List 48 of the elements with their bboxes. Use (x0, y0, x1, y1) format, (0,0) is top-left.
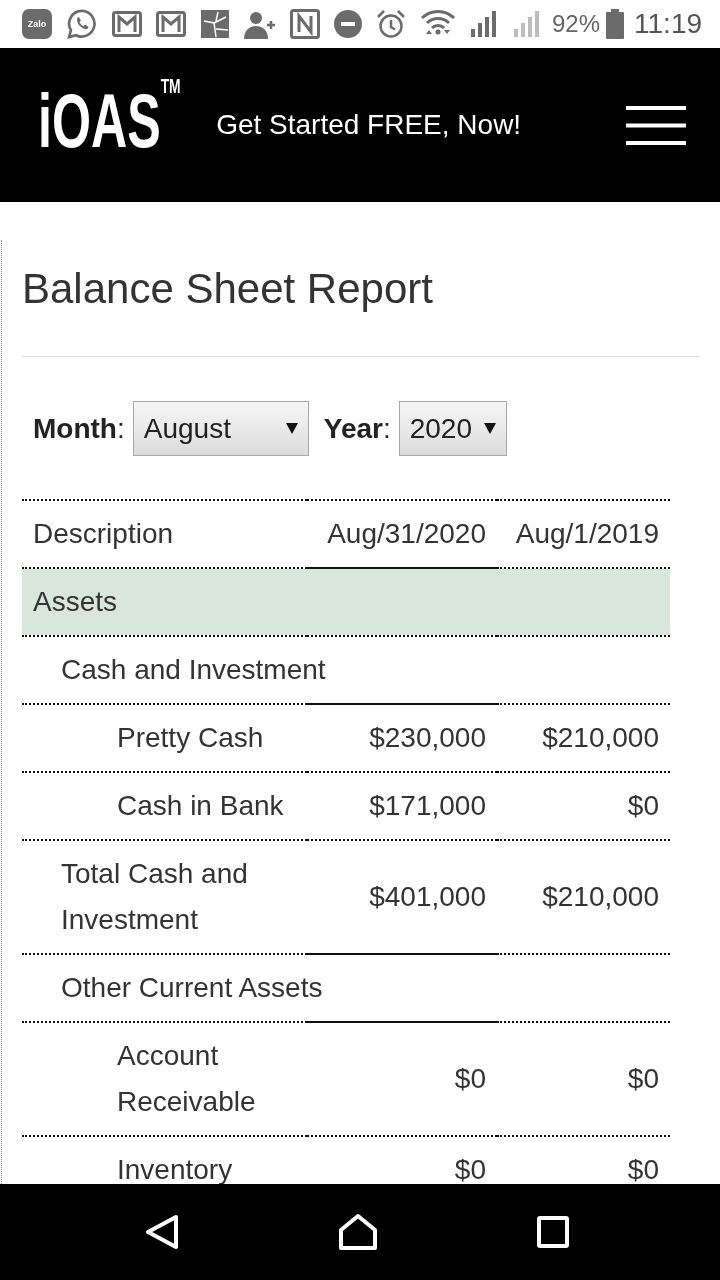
home-icon[interactable] (338, 1213, 378, 1251)
table-cell-text: $0 (454, 1153, 486, 1184)
table-cell-text: $0 (627, 1062, 659, 1096)
table-cell-text: Cash in Bank (117, 789, 284, 823)
table-cell-text: $210,000 (542, 721, 659, 755)
menu-icon[interactable] (626, 105, 686, 145)
nfc-icon (290, 9, 320, 39)
get-started-link[interactable]: Get Started FREE, Now! (216, 109, 522, 141)
table-cell-text: $171,000 (369, 789, 486, 823)
caret-icon (285, 423, 298, 434)
patchwork-icon (200, 9, 230, 39)
table-cell-text: Inventory (117, 1153, 233, 1184)
phone-bubble-icon (66, 8, 98, 40)
table-cell-text: $0 (454, 1062, 486, 1096)
battery-percent: 92% (552, 10, 601, 38)
page-title: Balance Sheet Report (22, 264, 433, 314)
clock-time: 11:19 (634, 8, 703, 40)
mail-icon (156, 11, 186, 37)
caret-icon (483, 423, 496, 434)
mail-icon (112, 11, 142, 37)
table-cell-text: $230,000 (369, 721, 486, 755)
table-cell-text: Pretty Cash (117, 721, 264, 755)
table-cell-text: $210,000 (542, 880, 659, 914)
back-icon[interactable] (145, 1214, 179, 1250)
alarm-clock-icon (376, 9, 406, 39)
table-cell-text: $0 (627, 1153, 659, 1184)
column-header: Description (33, 517, 174, 551)
column-header: Aug/31/2020 (327, 517, 486, 551)
group-label: Cash and Investment (61, 653, 326, 687)
logo[interactable]: iOAS$^{TM}$ (38, 75, 181, 159)
section-label: Assets (33, 585, 118, 619)
table-cell-text: $0 (627, 789, 659, 823)
add-person-icon (244, 9, 276, 39)
total-label: Total Cash and Investment (61, 857, 249, 937)
app-logo: Zalo (22, 9, 52, 39)
column-header: Aug/1/2019 (515, 517, 659, 551)
dropdown[interactable]: 2020 (398, 401, 507, 456)
filter-label: Month: (33, 412, 125, 445)
table-cell-text: $401,000 (369, 880, 486, 914)
square-icon[interactable] (537, 1216, 569, 1248)
dropdown[interactable]: August (132, 401, 309, 456)
signal-icon (512, 9, 542, 39)
filter-label: Year: (323, 412, 391, 445)
group-label: Other Current Assets (61, 971, 323, 1005)
battery-icon (606, 9, 625, 39)
signal-icon (470, 9, 498, 39)
table-cell-text: Account Receivable (117, 1039, 257, 1119)
do-not-disturb-icon (334, 10, 362, 38)
